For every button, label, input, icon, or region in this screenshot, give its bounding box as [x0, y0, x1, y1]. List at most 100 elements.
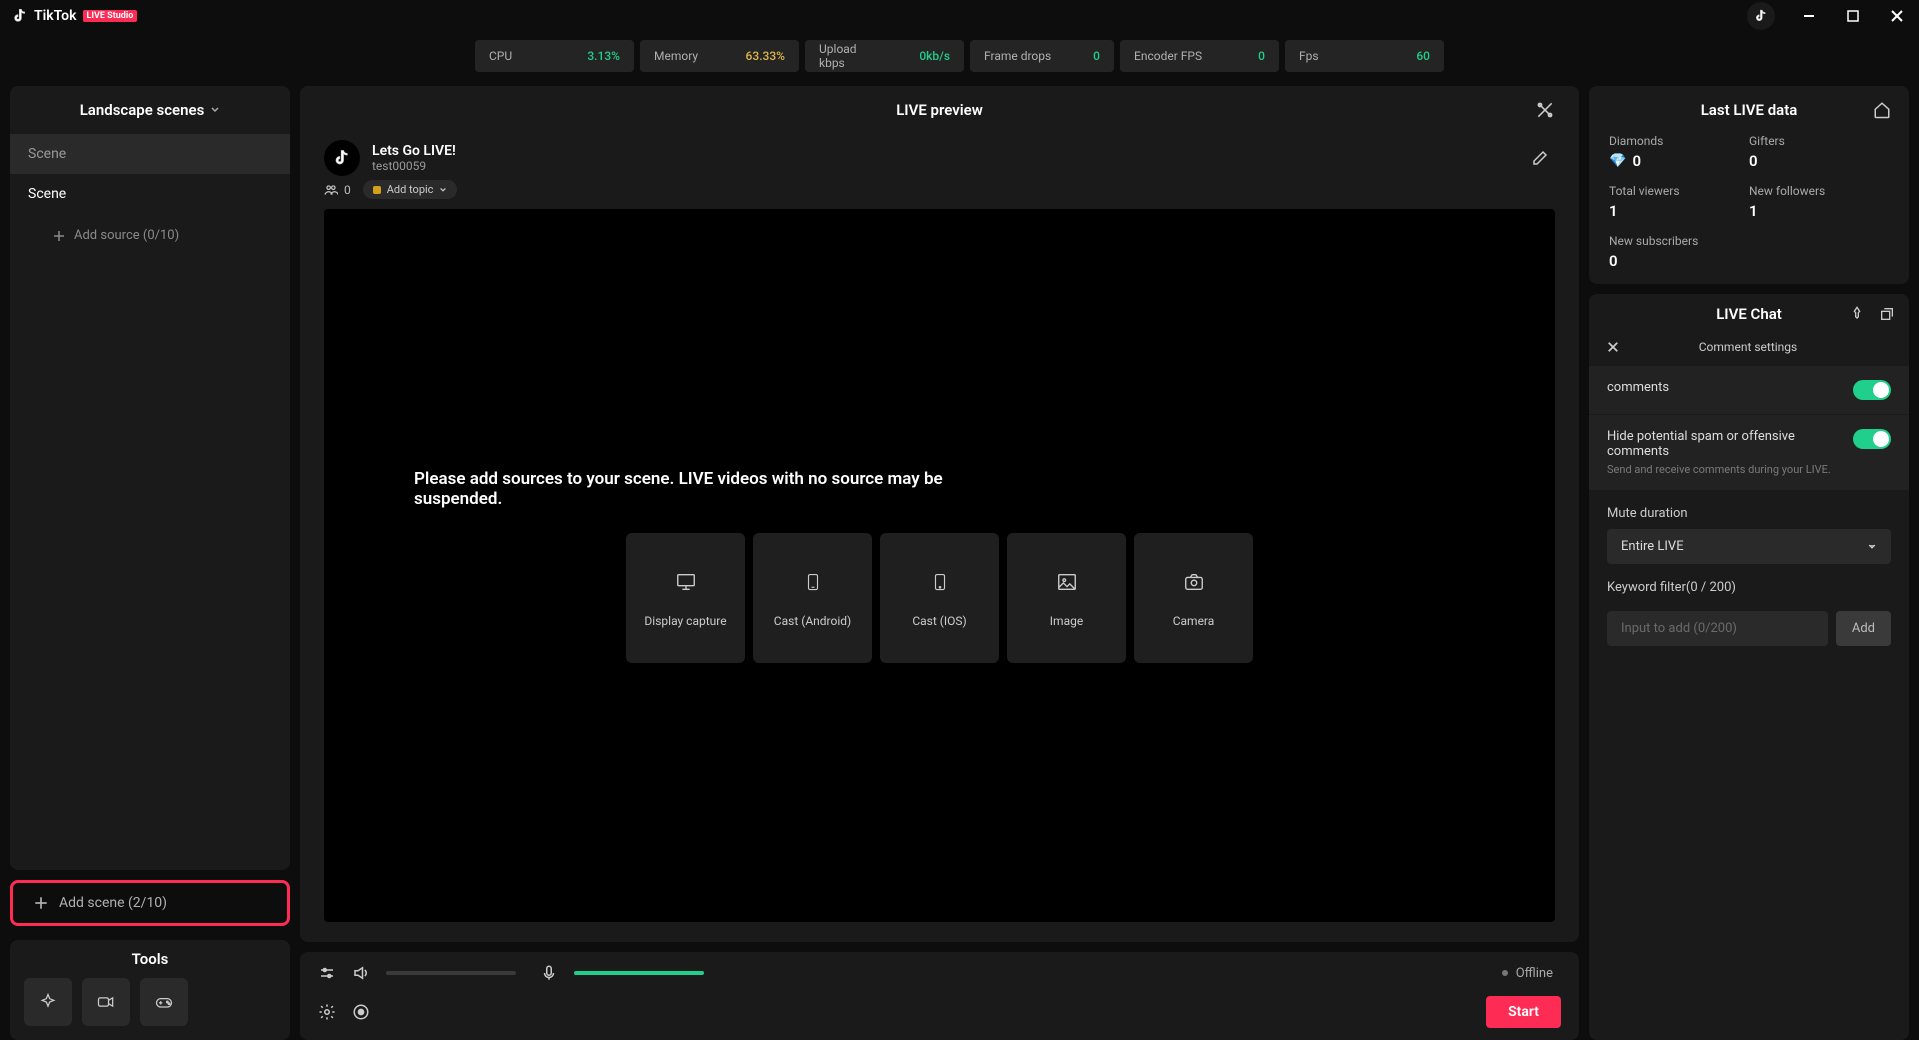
speaker-volume-slider[interactable]: [386, 971, 516, 975]
home-button[interactable]: [1873, 101, 1891, 119]
add-source-button[interactable]: Add source (0/10): [10, 214, 290, 243]
keyword-input[interactable]: [1607, 611, 1828, 646]
minimize-button[interactable]: [1799, 6, 1819, 26]
app-name: TikTok: [34, 8, 77, 24]
people-icon: [324, 183, 338, 197]
status-dot-icon: [1502, 970, 1508, 976]
stat-fps: Fps60: [1285, 40, 1444, 72]
close-settings-button[interactable]: [1607, 341, 1619, 353]
stat-upload: Upload kbps0kb/s: [805, 40, 964, 72]
plus-icon: [52, 229, 66, 243]
plus-icon: [33, 895, 49, 911]
chat-pin-button[interactable]: [1849, 306, 1865, 322]
viewer-count: 0: [324, 183, 351, 197]
viewer-count-value: 0: [344, 183, 351, 197]
audio-settings-button[interactable]: [318, 964, 336, 982]
add-topic-label: Add topic: [387, 183, 434, 196]
window-controls: [1747, 2, 1907, 30]
tool-effects-button[interactable]: [24, 978, 72, 1026]
sparkle-icon: [38, 992, 58, 1012]
crossed-tools-icon: [1535, 100, 1555, 120]
preview-panel: LIVE preview Lets Go LIVE! test00059: [300, 86, 1579, 942]
avatar: [324, 140, 360, 176]
stat-encoder-fps: Encoder FPS0: [1120, 40, 1279, 72]
mute-duration-dropdown[interactable]: Entire LIVE: [1607, 529, 1891, 564]
monitor-icon: [675, 571, 697, 593]
scene-list: Scene Scene Add source (0/10): [10, 134, 290, 870]
source-display-capture[interactable]: Display capture: [626, 533, 745, 663]
home-icon: [1873, 101, 1891, 119]
source-camera[interactable]: Camera: [1134, 533, 1253, 663]
close-button[interactable]: [1887, 6, 1907, 26]
scenes-header-label: Landscape scenes: [80, 101, 205, 119]
live-chat-panel: LIVE Chat Comment settings comments Hide…: [1589, 294, 1909, 1040]
scene-item[interactable]: Scene: [10, 174, 290, 214]
source-cast-ios[interactable]: Cast (IOS): [880, 533, 999, 663]
stat-cpu: CPU3.13%: [475, 40, 634, 72]
source-image[interactable]: Image: [1007, 533, 1126, 663]
add-topic-button[interactable]: Add topic: [363, 180, 458, 199]
camera-icon: [1183, 571, 1205, 593]
stats-bar: CPU3.13% Memory63.33% Upload kbps0kb/s F…: [0, 32, 1919, 86]
hide-spam-help-text: Send and receive comments during your LI…: [1607, 463, 1853, 476]
live-chat-title: LIVE Chat: [1716, 305, 1782, 323]
last-live-data-panel: Last LIVE data Diamonds💎0 Gifters0 Total…: [1589, 86, 1909, 284]
phone-icon: [931, 571, 949, 593]
speaker-icon: [352, 964, 370, 982]
stat-frame-drops: Frame drops0: [970, 40, 1114, 72]
start-button[interactable]: Start: [1486, 996, 1561, 1028]
pin-icon: [1849, 306, 1865, 322]
stat-new-subscribers: New subscribers0: [1609, 234, 1749, 270]
stat-total-viewers: Total viewers1: [1609, 184, 1749, 220]
mic-button[interactable]: [540, 964, 558, 982]
account-icon[interactable]: [1747, 2, 1775, 30]
topic-dot-icon: [373, 186, 381, 194]
keyword-filter-label: Keyword filter(0 / 200): [1589, 564, 1909, 603]
add-scene-button[interactable]: Add scene (2/10): [10, 880, 290, 926]
stream-meta: Lets Go LIVE! test00059: [300, 134, 1579, 180]
keyword-add-button[interactable]: Add: [1836, 611, 1891, 646]
preview-title: LIVE preview: [896, 101, 983, 119]
phone-icon: [804, 571, 822, 593]
stat-new-followers: New followers1: [1749, 184, 1889, 220]
chevron-down-icon: [439, 186, 447, 194]
add-source-label: Add source (0/10): [74, 228, 179, 243]
stream-status: Offline: [1502, 966, 1553, 981]
edit-stream-button[interactable]: [1531, 149, 1549, 167]
comments-toggle[interactable]: [1853, 380, 1891, 400]
record-button[interactable]: [352, 1003, 370, 1021]
diamond-icon: 💎: [1609, 153, 1626, 169]
source-cast-android[interactable]: Cast (Android): [753, 533, 872, 663]
tool-game-button[interactable]: [140, 978, 188, 1026]
tools-title: Tools: [10, 940, 290, 978]
title-bar: TikTok LIVE Studio: [0, 0, 1919, 32]
video-camera-icon: [96, 992, 116, 1012]
stat-gifters: Gifters0: [1749, 134, 1889, 170]
settings-button[interactable]: [318, 1003, 336, 1021]
mic-volume-slider[interactable]: [574, 971, 704, 975]
scenes-header[interactable]: Landscape scenes: [10, 86, 290, 134]
maximize-button[interactable]: [1843, 6, 1863, 26]
scenes-panel: Landscape scenes Scene Scene Add source …: [10, 86, 290, 870]
mute-duration-value: Entire LIVE: [1621, 539, 1684, 554]
tools-panel: Tools: [10, 940, 290, 1040]
comment-settings-title: Comment settings: [1619, 340, 1877, 354]
comments-toggle-label: comments: [1607, 380, 1853, 395]
speaker-button[interactable]: [352, 964, 370, 982]
magic-tools-button[interactable]: [1535, 100, 1555, 120]
scene-item[interactable]: Scene: [10, 134, 290, 174]
close-icon: [1607, 341, 1619, 353]
app-logo: TikTok LIVE Studio: [12, 8, 137, 24]
sliders-icon: [318, 964, 336, 982]
stat-memory: Memory63.33%: [640, 40, 799, 72]
preview-canvas: Please add sources to your scene. LIVE v…: [324, 209, 1555, 922]
hide-spam-toggle[interactable]: [1853, 429, 1891, 449]
tool-camera-button[interactable]: [82, 978, 130, 1026]
hide-spam-toggle-row: Hide potential spam or offensive comment…: [1589, 415, 1909, 490]
gamepad-icon: [154, 992, 174, 1012]
comments-toggle-row: comments: [1589, 366, 1909, 414]
chat-popout-button[interactable]: [1879, 306, 1895, 322]
record-icon: [352, 1003, 370, 1021]
image-icon: [1056, 571, 1078, 593]
stat-diamonds: Diamonds💎0: [1609, 134, 1749, 170]
